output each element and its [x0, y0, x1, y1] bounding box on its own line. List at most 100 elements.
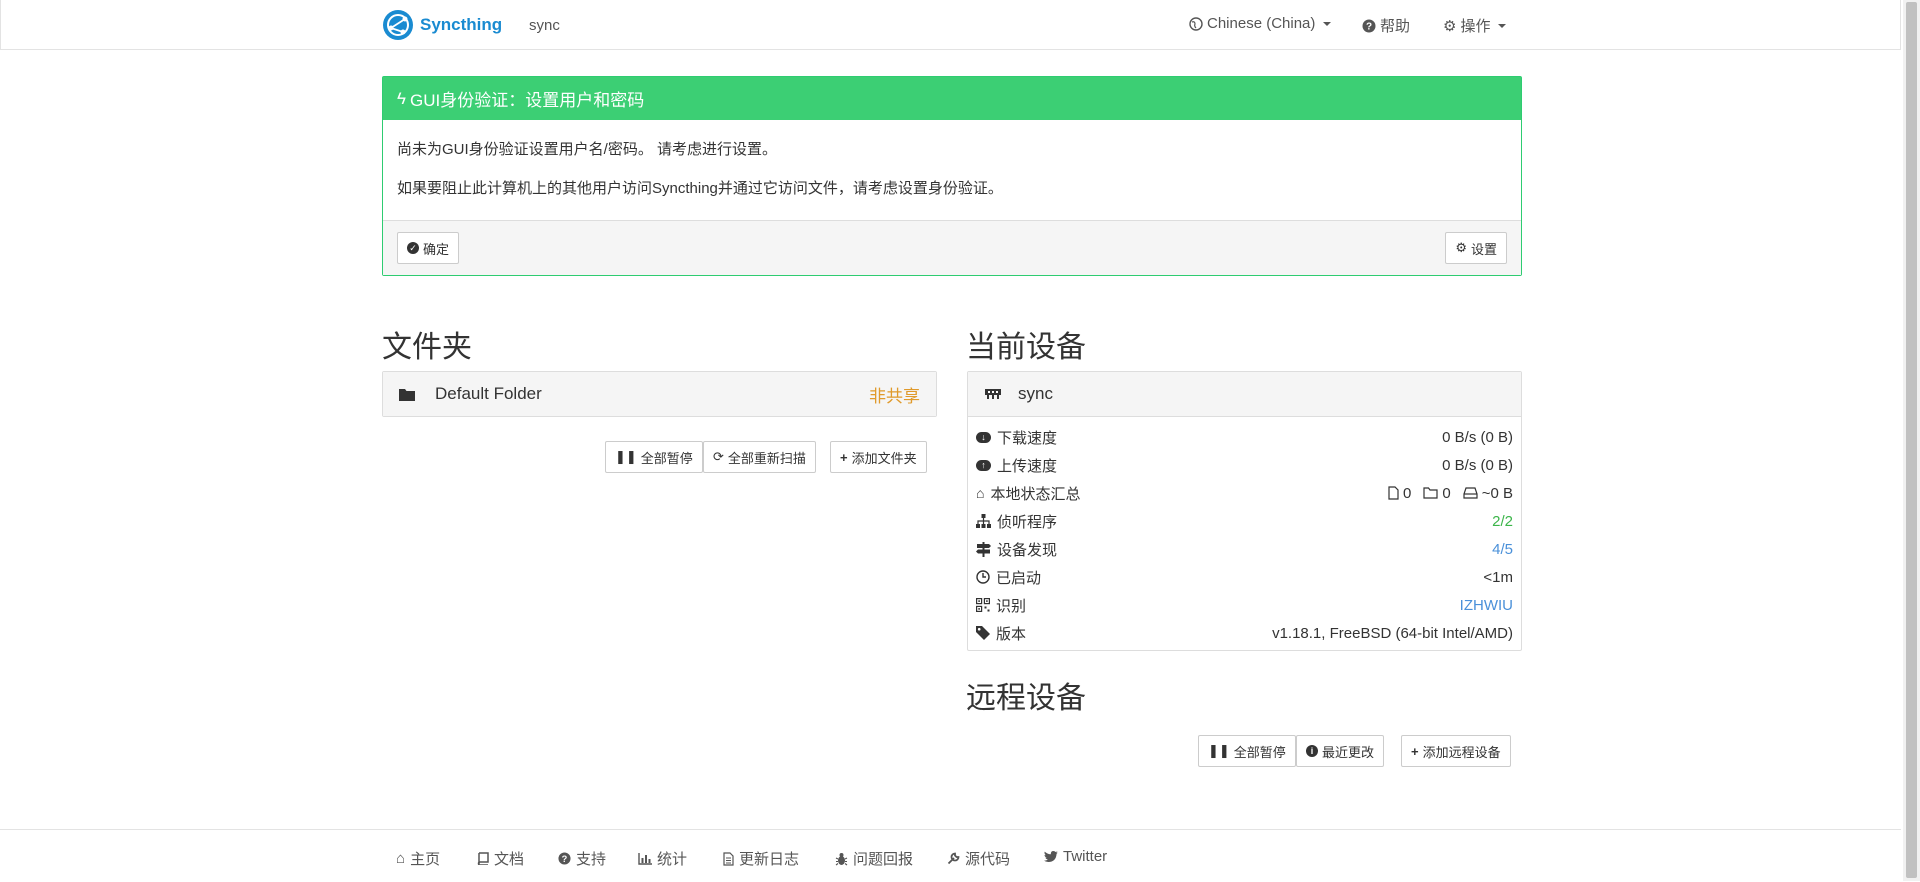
gear-icon: ⚙ [1455, 240, 1467, 255]
info-circle-icon: i [1306, 745, 1318, 757]
version-value: v1.18.1, FreeBSD (64-bit Intel/AMD) [1272, 624, 1513, 642]
recent-changes-label: 最近更改 [1322, 744, 1375, 760]
hdd-icon [1463, 487, 1478, 499]
discovery-value[interactable]: 4/5 [1492, 541, 1513, 558]
pause-icon: ❚❚ [615, 449, 637, 464]
identity-label: 识别 [996, 597, 1027, 615]
footer-home-label: 主页 [410, 851, 441, 868]
footer-docs-label: 文档 [494, 851, 525, 868]
local-state-row: ⌂ 本地状态汇总 0 0 ~0 B [968, 479, 1521, 507]
plus-icon: + [1411, 743, 1419, 759]
folder-icon [399, 388, 415, 401]
footer-support-link[interactable]: ? 支持 [558, 848, 606, 869]
footer-docs-link[interactable]: 文档 [477, 848, 524, 869]
listeners-value[interactable]: 2/2 [1492, 513, 1513, 530]
chevron-down-icon [1323, 21, 1332, 26]
sitemap-icon [976, 514, 991, 528]
folder-outline-icon [1423, 487, 1438, 499]
language-menu[interactable]: Chinese (China) [1189, 15, 1332, 32]
alert-body: 尚未为GUI身份验证设置用户名/密码。 请考虑进行设置。 如果要阻止此计算机上的… [383, 120, 1521, 198]
cloud-download-icon: ↓ [976, 431, 991, 443]
twitter-icon [1044, 850, 1058, 862]
pause-all-devices-label: 全部暂停 [1233, 744, 1286, 760]
discovery-row: 设备发现 4/5 [968, 535, 1521, 563]
footer-nav: ⌂ 主页 文档 ? 支持 统计 更新日志 问题回报 源代码 Twitter [0, 829, 1901, 882]
help-label: 帮助 [1380, 18, 1411, 35]
recent-changes-button[interactable]: i 最近更改 [1296, 735, 1385, 767]
discovery-label: 设备发现 [997, 541, 1058, 559]
pause-all-devices-button[interactable]: ❚❚ 全部暂停 [1198, 735, 1296, 767]
question-circle-icon: ? [558, 852, 571, 865]
footer-stats-label: 统计 [657, 851, 688, 868]
signpost-icon [976, 541, 991, 557]
this-device-header[interactable]: sync [968, 372, 1521, 417]
footer-source-link[interactable]: 源代码 [947, 848, 1010, 869]
pause-all-label: 全部暂停 [640, 450, 693, 466]
file-icon [1388, 486, 1399, 500]
rescan-all-button[interactable]: ⟳ 全部重新扫描 [703, 441, 816, 473]
rescan-all-label: 全部重新扫描 [727, 450, 806, 466]
help-menu[interactable]: ? 帮助 [1362, 15, 1410, 36]
brand-name: Syncthing [420, 15, 503, 34]
file-text-icon [723, 851, 734, 866]
alert-title: GUI身份验证：设置用户和密码 [410, 91, 645, 110]
footer-twitter-label: Twitter [1063, 848, 1108, 865]
download-rate-row: ↓ 下载速度 0 B/s (0 B) [968, 423, 1521, 451]
settings-button[interactable]: ⚙ 设置 [1445, 232, 1507, 264]
identity-value[interactable]: IZHWIU [1460, 597, 1513, 614]
pause-all-folders-button[interactable]: ❚❚ 全部暂停 [605, 441, 703, 473]
bug-icon [835, 852, 848, 865]
footer-twitter-link[interactable]: Twitter [1044, 848, 1107, 865]
footer-bugs-label: 问题回报 [853, 851, 914, 868]
settings-button-label: 设置 [1470, 241, 1497, 257]
device-icon [985, 389, 1001, 399]
auth-alert-panel: ϟ GUI身份验证：设置用户和密码 尚未为GUI身份验证设置用户名/密码。 请考… [382, 76, 1522, 276]
footer-bugs-link[interactable]: 问题回报 [835, 848, 913, 869]
home-icon: ⌂ [976, 485, 985, 501]
device-name-label: sync [529, 17, 560, 34]
refresh-icon: ⟳ [713, 449, 724, 464]
footer-support-label: 支持 [576, 851, 607, 868]
add-remote-device-label: 添加远程设备 [1422, 744, 1501, 760]
upload-rate-label: 上传速度 [997, 457, 1058, 475]
chevron-down-icon [1498, 23, 1507, 28]
svg-text:?: ? [1366, 21, 1372, 32]
add-remote-device-button[interactable]: + 添加远程设备 [1401, 735, 1511, 767]
book-icon [477, 852, 489, 865]
local-state-values: 0 0 ~0 B [1388, 485, 1513, 502]
alert-footer: ✓ 确定 ⚙ 设置 [383, 220, 1521, 275]
brand-link[interactable]: Syncthing [382, 9, 502, 41]
vertical-scrollbar[interactable] [1903, 0, 1920, 881]
actions-menu[interactable]: ⚙ 操作 [1443, 15, 1507, 36]
footer-home-link[interactable]: ⌂ 主页 [396, 848, 440, 869]
add-folder-button[interactable]: + 添加文件夹 [830, 441, 927, 473]
home-icon: ⌂ [396, 850, 406, 867]
download-rate-value: 0 B/s (0 B) [1442, 428, 1513, 446]
footer-changelog-link[interactable]: 更新日志 [723, 848, 799, 869]
bolt-icon: ϟ [397, 88, 406, 108]
scrollbar-thumb[interactable] [1906, 2, 1917, 878]
local-state-label: 本地状态汇总 [990, 485, 1081, 503]
upload-rate-value: 0 B/s (0 B) [1442, 456, 1513, 474]
remote-devices-heading: 远程设备 [966, 682, 1086, 715]
total-size: ~0 B [1481, 484, 1513, 502]
folder-panel-header[interactable]: Default Folder 非共享 [383, 372, 936, 416]
listeners-label: 侦听程序 [997, 513, 1058, 531]
footer-stats-link[interactable]: 统计 [638, 848, 687, 869]
download-rate-label: 下载速度 [997, 429, 1058, 447]
footer-changelog-label: 更新日志 [739, 851, 800, 868]
ok-button[interactable]: ✓ 确定 [397, 232, 460, 264]
this-device-heading: 当前设备 [966, 331, 1086, 364]
folder-panel-default[interactable]: Default Folder 非共享 [382, 371, 937, 417]
this-device-name: sync [1018, 384, 1053, 403]
wrench-icon [947, 852, 960, 865]
cloud-upload-icon: ↑ [976, 459, 991, 471]
directory-count: 0 [1442, 484, 1451, 502]
top-navbar: Syncthing sync Chinese (China) ? 帮助 ⚙ 操作 [0, 0, 1901, 50]
this-device-panel: sync ↓ 下载速度 0 B/s (0 B) ↑ 上传速度 0 B/s (0 … [967, 371, 1522, 651]
add-folder-label: 添加文件夹 [851, 450, 917, 466]
uptime-value: <1m [1483, 568, 1513, 586]
listeners-row: 侦听程序 2/2 [968, 507, 1521, 535]
svg-text:?: ? [562, 854, 568, 864]
qrcode-icon [976, 598, 990, 612]
